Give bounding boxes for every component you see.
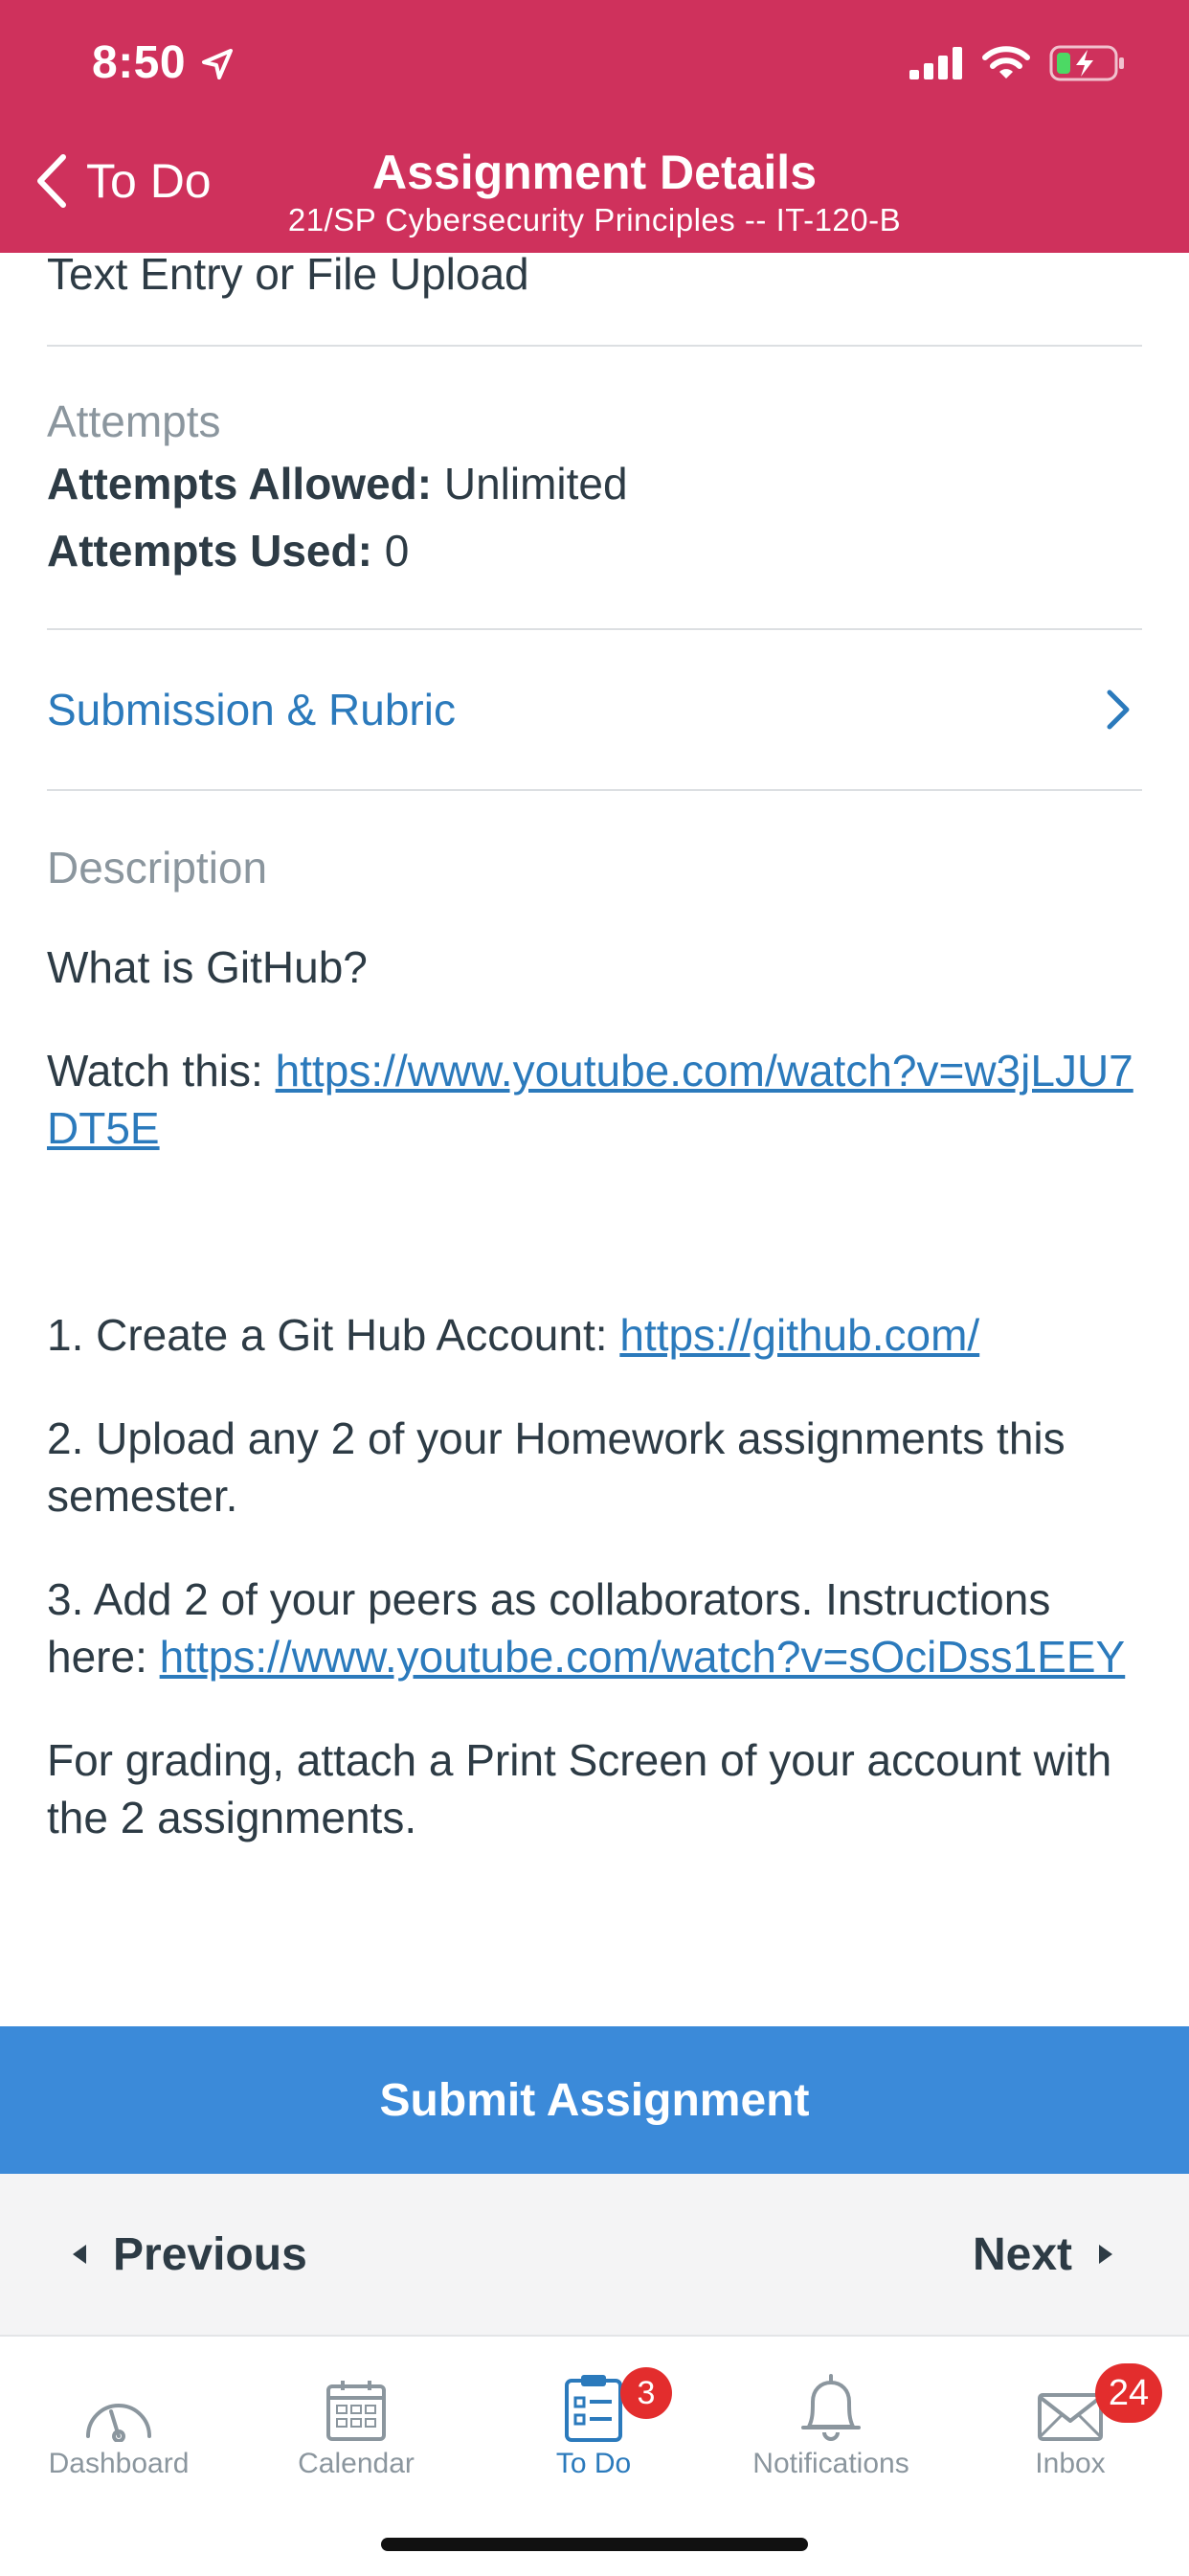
tab-dashboard[interactable]: Dashboard xyxy=(0,2356,237,2480)
todo-badge: 3 xyxy=(620,2367,672,2419)
cellular-signal-icon xyxy=(909,47,962,79)
inbox-badge: 24 xyxy=(1095,2363,1162,2423)
triangle-left-icon xyxy=(73,2245,86,2264)
tab-label: To Do xyxy=(555,2448,632,2479)
description-body: What is GitHub? Watch this: https://www.… xyxy=(47,938,1142,1846)
tab-label: Calendar xyxy=(298,2448,415,2479)
previous-button[interactable]: Previous xyxy=(71,2228,307,2281)
mail-icon xyxy=(1038,2393,1103,2441)
status-icons xyxy=(909,44,1126,82)
tab-label: Notifications xyxy=(752,2448,909,2479)
description-step-3: 3. Add 2 of your peers as collaborators.… xyxy=(47,1570,1142,1685)
tab-label: Dashboard xyxy=(48,2448,190,2479)
wifi-icon xyxy=(982,46,1030,79)
previous-label: Previous xyxy=(113,2228,307,2280)
assignment-details: Text Entry or File Upload Attempts Attem… xyxy=(47,249,1142,1846)
tab-calendar[interactable]: Calendar xyxy=(237,2356,475,2480)
status-time: 8:50 xyxy=(92,37,187,88)
watch-prefix: Watch this: xyxy=(47,1046,263,1096)
instructions-link[interactable]: https://www.youtube.com/watch?v=sOciDss1… xyxy=(160,1632,1126,1682)
description-step-1: 1. Create a Git Hub Account: https://git… xyxy=(47,1306,1142,1364)
submission-type: Text Entry or File Upload xyxy=(47,249,529,299)
attempts-used-label: Attempts Used: xyxy=(47,526,372,576)
description-question: What is GitHub? xyxy=(47,942,368,992)
todo-icon xyxy=(565,2375,622,2442)
description-grading: For grading, attach a Print Screen of yo… xyxy=(47,1735,1112,1842)
submission-rubric-row[interactable]: Submission & Rubric xyxy=(47,630,1142,789)
assignment-pager: Previous Next xyxy=(0,2174,1189,2335)
attempts-allowed: Attempts Allowed: Unlimited xyxy=(47,450,1142,517)
next-button[interactable]: Next xyxy=(973,2228,1114,2281)
github-link[interactable]: https://github.com/ xyxy=(619,1310,979,1360)
description-watch: Watch this: https://www.youtube.com/watc… xyxy=(47,1042,1142,1157)
step-1-prefix: 1. Create a Git Hub Account: xyxy=(47,1310,608,1360)
battery-charging-icon xyxy=(1049,45,1124,81)
calendar-icon xyxy=(326,2381,386,2441)
attempts-used: Attempts Used: 0 xyxy=(47,517,1142,584)
triangle-right-icon xyxy=(1099,2245,1112,2264)
attempts-used-value: 0 xyxy=(384,526,410,576)
location-arrow-icon xyxy=(202,49,233,79)
course-subtitle: 21/SP Cybersecurity Principles -- IT-120… xyxy=(287,202,902,237)
tab-notifications[interactable]: Notifications xyxy=(712,2356,950,2480)
description-step-2: 2. Upload any 2 of your Homework assignm… xyxy=(47,1413,1066,1521)
tab-inbox[interactable]: 24 Inbox xyxy=(952,2356,1189,2480)
next-label: Next xyxy=(972,2228,1072,2280)
home-indicator[interactable] xyxy=(381,2538,808,2551)
attempts-section: Attempts Attempts Allowed: Unlimited Att… xyxy=(47,347,1142,628)
nav-header: 8:50 To Do Assignment Details 21/SP Cybe… xyxy=(0,0,1189,253)
description-label: Description xyxy=(47,843,268,893)
bell-icon xyxy=(801,2374,861,2441)
attempts-label: Attempts xyxy=(47,396,221,446)
title-block: Assignment Details 21/SP Cybersecurity P… xyxy=(0,144,1189,239)
page-title: Assignment Details xyxy=(371,146,817,199)
chevron-right-icon xyxy=(1107,689,1130,730)
tab-label: Inbox xyxy=(1035,2448,1106,2479)
tab-to-do[interactable]: 3 To Do xyxy=(475,2356,712,2480)
attempts-allowed-label: Attempts Allowed: xyxy=(47,459,433,508)
attempts-allowed-value: Unlimited xyxy=(443,459,628,508)
submission-rubric-label: Submission & Rubric xyxy=(47,685,456,734)
submit-assignment-button[interactable]: Submit Assignment xyxy=(0,2026,1189,2174)
dashboard-icon xyxy=(86,2404,151,2442)
